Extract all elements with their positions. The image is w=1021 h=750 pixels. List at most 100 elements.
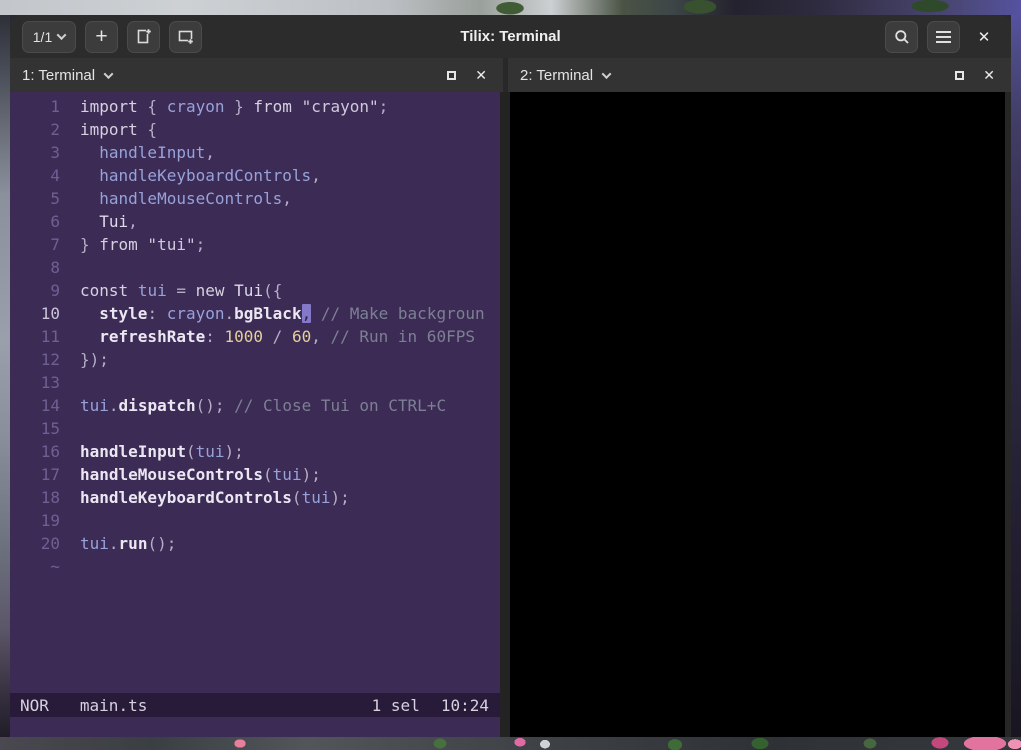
session-switcher-button[interactable]: 1/1 xyxy=(22,21,76,53)
tilde-marker: ~ xyxy=(10,555,60,578)
pane-splitter-handle[interactable] xyxy=(500,92,510,737)
code-text: refreshRate: 1000 / 60, // Run in 60FPS xyxy=(80,325,475,348)
line-number: 1 xyxy=(10,95,60,118)
code-line: 16 handleInput(tui); xyxy=(10,440,500,463)
code-text: const tui = new Tui({ xyxy=(80,279,282,302)
line-number: 12 xyxy=(10,348,60,371)
titlebar[interactable]: Tilix: Terminal 1/1 + xyxy=(10,15,1011,58)
line-number: 20 xyxy=(10,532,60,555)
code-text: handleInput(tui); xyxy=(80,440,244,463)
code-line: 11 refreshRate: 1000 / 60, // Run in 60F… xyxy=(10,325,500,348)
session-indicator: 1/1 xyxy=(33,29,52,45)
selection-count: 1 sel xyxy=(372,696,420,715)
code-text: handleKeyboardControls, xyxy=(80,164,321,187)
wallpaper-bottom xyxy=(0,737,1021,750)
code-line: 8 xyxy=(10,256,500,279)
empty-terminal-pane[interactable] xyxy=(510,92,1011,737)
code-text: }); xyxy=(80,348,109,371)
split-down-icon xyxy=(177,28,194,45)
line-number: 14 xyxy=(10,394,60,417)
wallpaper-right xyxy=(1011,15,1021,737)
code-line: 13 xyxy=(10,371,500,394)
block-cursor: , xyxy=(302,304,312,323)
code-line: 15 xyxy=(10,417,500,440)
new-session-button[interactable]: + xyxy=(85,21,118,53)
code-text: handleMouseControls(tui); xyxy=(80,463,321,486)
mode-indicator: NOR xyxy=(20,696,49,715)
code-line: 19 xyxy=(10,509,500,532)
split-right-button[interactable] xyxy=(127,21,160,53)
search-button[interactable] xyxy=(885,21,918,53)
pane-header-2[interactable]: 2: Terminal ✕ xyxy=(508,58,1011,92)
code-text: handleInput, xyxy=(80,141,215,164)
maximize-pane-icon[interactable] xyxy=(447,71,456,80)
pane-title: 1: Terminal xyxy=(22,67,95,84)
panes-content: 1 import { crayon } from "crayon"; 2 import… xyxy=(10,92,1011,737)
empty-buffer-row: ~ xyxy=(10,555,500,578)
line-number: 7 xyxy=(10,233,60,256)
editor-statusbar: NOR main.ts 1 sel 10:24 xyxy=(10,693,500,717)
chevron-down-icon[interactable] xyxy=(104,69,114,79)
hamburger-menu-icon xyxy=(936,36,951,38)
code-line: 14 tui.dispatch(); // Close Tui on CTRL+C xyxy=(10,394,500,417)
search-icon xyxy=(894,29,910,45)
line-number: 13 xyxy=(10,371,60,394)
menu-button[interactable] xyxy=(927,21,960,53)
wallpaper-left xyxy=(0,15,10,737)
line-number: 5 xyxy=(10,187,60,210)
split-right-icon xyxy=(135,28,152,45)
code-text: handleMouseControls, xyxy=(80,187,292,210)
line-number: 8 xyxy=(10,256,60,279)
code-line: 20 tui.run(); xyxy=(10,532,500,555)
line-number: 18 xyxy=(10,486,60,509)
line-number: 19 xyxy=(10,509,60,532)
pane-title: 2: Terminal xyxy=(520,67,593,84)
line-number: 4 xyxy=(10,164,60,187)
screen: Tilix: Terminal 1/1 + xyxy=(0,0,1021,750)
code-area: 1 import { crayon } from "crayon"; 2 import… xyxy=(10,92,500,578)
line-number: 9 xyxy=(10,279,60,302)
code-line: 7 } from "tui"; xyxy=(10,233,500,256)
pane-headers: 1: Terminal ✕ 2: Terminal ✕ xyxy=(10,58,1011,92)
code-text: } from "tui"; xyxy=(80,233,205,256)
pane-header-1[interactable]: 1: Terminal ✕ xyxy=(10,58,503,92)
code-line: 3 handleInput, xyxy=(10,141,500,164)
plus-icon: + xyxy=(95,26,107,47)
line-number: 17 xyxy=(10,463,60,486)
code-line: 10 style: crayon.bgBlack, // Make backgr… xyxy=(10,302,500,325)
code-text: import { xyxy=(80,118,157,141)
code-line: 12}); xyxy=(10,348,500,371)
cursor-position: 10:24 xyxy=(441,696,489,715)
line-number: 6 xyxy=(10,210,60,233)
chevron-down-icon[interactable] xyxy=(602,69,612,79)
line-number: 15 xyxy=(10,417,60,440)
code-text: tui.dispatch(); // Close Tui on CTRL+C xyxy=(80,394,446,417)
split-down-button[interactable] xyxy=(169,21,202,53)
line-number: 3 xyxy=(10,141,60,164)
wallpaper-top xyxy=(0,0,1021,15)
tilix-window: Tilix: Terminal 1/1 + xyxy=(10,15,1011,737)
editor-terminal-pane[interactable]: 1 import { crayon } from "crayon"; 2 import… xyxy=(10,92,500,737)
line-number: 2 xyxy=(10,118,60,141)
code-line: 17 handleMouseControls(tui); xyxy=(10,463,500,486)
code-line: 4 handleKeyboardControls, xyxy=(10,164,500,187)
code-line: 9 const tui = new Tui({ xyxy=(10,279,500,302)
code-line: 2 import { xyxy=(10,118,500,141)
code-text: Tui, xyxy=(80,210,138,233)
code-text: style: crayon.bgBlack, // Make backgroun xyxy=(80,302,485,325)
code-text: handleKeyboardControls(tui); xyxy=(80,486,350,509)
code-text: import { crayon } from "crayon"; xyxy=(80,95,388,118)
close-pane-icon[interactable]: ✕ xyxy=(983,67,995,84)
code-line: 18 handleKeyboardControls(tui); xyxy=(10,486,500,509)
line-number: 11 xyxy=(10,325,60,348)
close-pane-icon[interactable]: ✕ xyxy=(475,67,487,84)
line-number: 16 xyxy=(10,440,60,463)
maximize-pane-icon[interactable] xyxy=(955,71,964,80)
code-text: tui.run(); xyxy=(80,532,176,555)
chevron-down-icon xyxy=(57,30,67,40)
code-line: 1 import { crayon } from "crayon"; xyxy=(10,95,500,118)
window-close-button[interactable]: ✕ xyxy=(969,21,999,53)
code-line: 6 Tui, xyxy=(10,210,500,233)
code-line: 5 handleMouseControls, xyxy=(10,187,500,210)
filename: main.ts xyxy=(80,696,147,715)
